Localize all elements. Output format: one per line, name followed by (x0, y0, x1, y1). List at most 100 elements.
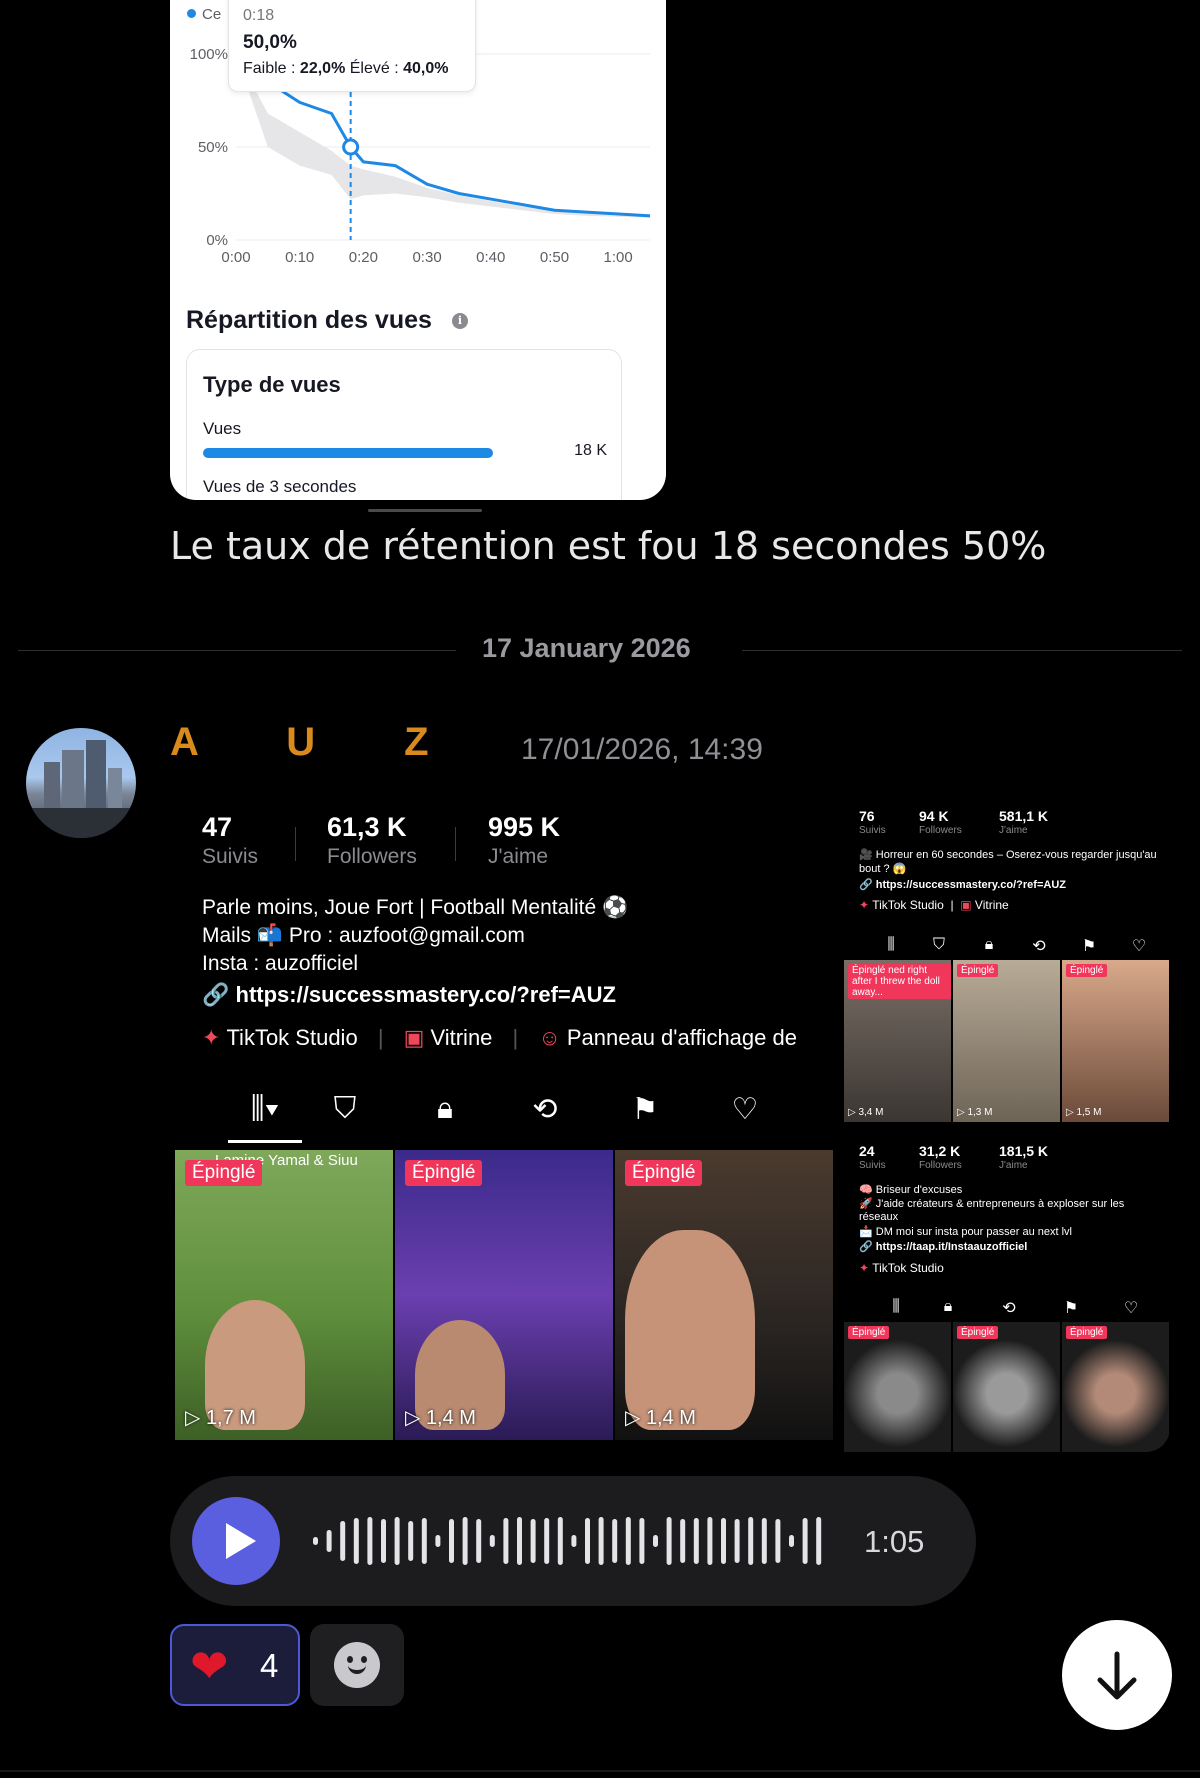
video-tile[interactable]: Épinglé ▷ 1,4 M (615, 1150, 833, 1440)
view-count: ▷ 1,7 M (185, 1407, 256, 1429)
view-count: ▷ 1,5 M (1066, 1107, 1102, 1118)
private-lock-tab-icon[interactable]: 🔒︎ (977, 936, 1001, 954)
liked-heart-tab-icon[interactable]: ♡ (1127, 936, 1151, 956)
waveform-bar (449, 1519, 454, 1563)
waveform-bar (707, 1517, 713, 1565)
stat-label: J'aime (999, 1160, 1028, 1171)
date-divider: 17 January 2026 (482, 633, 691, 663)
profile-tools-row: ✦ TikTok Studio | ▣ Vitrine (859, 898, 1009, 912)
video-tile[interactable]: Épinglé (1062, 1322, 1169, 1452)
waveform-bar (612, 1519, 618, 1563)
y-tick-label: 0% (206, 232, 228, 249)
bookmark-tab-icon[interactable]: ⚑ (1059, 1298, 1083, 1318)
waveform-bar (476, 1519, 482, 1563)
stat-label: Followers (919, 825, 962, 836)
waveform-bar (489, 1535, 495, 1547)
waveform-bar (353, 1518, 359, 1564)
bookmark-tab-icon[interactable]: ⚑ (1077, 936, 1101, 956)
stat-following: 24 (859, 1143, 875, 1159)
bio-line: Insta : auzofficiel (202, 952, 359, 975)
waveform-bar (530, 1519, 536, 1563)
waveform-bar (666, 1517, 672, 1565)
profile-tab-bar: ⫼▾ ⛉ 🔒︎ ⟲ ⚑ ♡ (190, 1092, 835, 1143)
tiktok-profiles-stack[interactable]: 76 Suivis 94 K Followers 581,1 K J'aime … (844, 800, 1170, 1452)
tiktok-studio-link[interactable]: TikTok Studio (872, 898, 944, 912)
profile-tools-row: ✦ TikTok Studio | ▣ Vitrine | ☺ Panneau d'a… (202, 1025, 797, 1050)
video-tile[interactable]: Épinglé ned right after I threw the doll… (844, 960, 951, 1122)
views-bar (203, 448, 493, 458)
view-count: ▷ 3,4 M (848, 1107, 884, 1118)
waveform-bar (340, 1521, 346, 1561)
info-icon[interactable]: i (452, 313, 468, 329)
play-icon[interactable] (192, 1497, 280, 1585)
pinned-badge: Épinglé (957, 1326, 999, 1339)
bio-line: 🧠 Briseur d'excuses (859, 1184, 963, 1196)
tooltip-value: 50,0% (243, 32, 297, 53)
waveform-bar (775, 1519, 781, 1563)
billboard-link[interactable]: Panneau d'affichage de (567, 1025, 797, 1050)
waveform-bar (326, 1530, 332, 1552)
repost-tab-icon[interactable]: ⟲ (997, 1298, 1021, 1318)
repost-tab-icon[interactable]: ⟲ (1027, 936, 1051, 956)
views-label: Vues (203, 419, 242, 438)
videos-grid-tab-icon[interactable]: ⫼▾ (240, 1092, 290, 1126)
avatar[interactable] (26, 728, 136, 838)
x-tick-label: 0:50 (540, 249, 569, 266)
heart-reaction-button[interactable]: ❤ 4 (170, 1624, 300, 1706)
waveform-bar (598, 1517, 604, 1565)
tiktok-studio-link[interactable]: TikTok Studio (226, 1025, 357, 1050)
y-tick-label: 50% (198, 139, 228, 156)
waveform-bar (408, 1521, 414, 1561)
pinned-badge: Épinglé (957, 964, 999, 977)
view-count: ▷ 1,3 M (957, 1107, 993, 1118)
video-tile[interactable]: Épinglé (953, 1322, 1060, 1452)
marker-point (342, 138, 360, 156)
stat-label: Suivis (859, 825, 886, 836)
x-tick-label: 0:00 (221, 249, 250, 266)
bio-link[interactable]: 🔗 https://taap.it/Instaauzofficiel (859, 1240, 1027, 1253)
pinned-badge: Épinglé (848, 1326, 890, 1339)
waveform-bar (802, 1518, 808, 1564)
scroll-to-bottom-button[interactable] (1062, 1620, 1172, 1730)
tiktok-profile-screenshot[interactable]: 47 Suivis 61,3 K Followers 995 K J'aime Par… (170, 800, 835, 1452)
profile-tab-bar: ⫼ ⛉ 🔒︎ ⟲ ⚑ ♡ (859, 936, 1169, 956)
videos-grid-tab-icon[interactable]: ⫼ (884, 1298, 908, 1316)
voice-duration: 1:05 (864, 1524, 925, 1559)
vitrine-link[interactable]: Vitrine (975, 898, 1009, 912)
shop-tab-icon[interactable]: ⛉ (320, 1092, 370, 1126)
date-divider-line-right (742, 650, 1182, 651)
stat-separator (295, 827, 296, 861)
video-tile[interactable]: Épinglé ▷ 1,3 M (953, 960, 1060, 1122)
author-name[interactable]: A U Z (170, 720, 429, 765)
audio-waveform[interactable] (313, 1514, 833, 1568)
stat-label: J'aime (999, 825, 1028, 836)
video-tile[interactable]: Épinglé (844, 1322, 951, 1452)
stat-likes: 995 K J'aime (488, 812, 561, 868)
waveform-bar (639, 1518, 645, 1564)
bio-link[interactable]: 🔗 https://successmastery.co/?ref=AUZ (859, 878, 1066, 891)
liked-heart-tab-icon[interactable]: ♡ (720, 1092, 770, 1127)
video-tile[interactable]: Épinglé ▷ 1,5 M (1062, 960, 1169, 1122)
pinned-badge: Épinglé (405, 1160, 483, 1186)
waveform-bar (585, 1518, 590, 1564)
views-section-title: Répartition des vues (186, 306, 432, 334)
profile-tools-row: ✦ TikTok Studio (859, 1261, 944, 1275)
private-lock-tab-icon[interactable]: 🔒︎ (936, 1298, 960, 1316)
shop-tab-icon[interactable]: ⛉ (927, 936, 951, 954)
add-reaction-button[interactable] (310, 1624, 404, 1706)
views-type-box: Type de vues Vues 18 K Vues de 3 seconde… (186, 349, 622, 500)
voice-message: 1:05 (170, 1476, 976, 1606)
private-lock-tab-icon[interactable]: 🔒︎ (420, 1092, 470, 1126)
video-tile[interactable]: Épinglé ▷ 1,4 M (395, 1150, 613, 1440)
videos-grid-tab-icon[interactable]: ⫼ (879, 936, 903, 954)
repost-tab-icon[interactable]: ⟲ (520, 1092, 570, 1127)
bio-link[interactable]: 🔗 https://successmastery.co/?ref=AUZ (202, 982, 616, 1008)
tiktok-studio-link[interactable]: TikTok Studio (872, 1261, 944, 1275)
liked-heart-tab-icon[interactable]: ♡ (1119, 1298, 1143, 1318)
vitrine-link[interactable]: Vitrine (430, 1025, 492, 1050)
smiley-icon (334, 1642, 380, 1688)
bookmark-tab-icon[interactable]: ⚑ (620, 1092, 670, 1127)
pinned-badge: Épinglé (625, 1160, 703, 1186)
studio-icon: ✦ (859, 1261, 870, 1275)
video-tile[interactable]: Lamine Yamal & Siuu Épinglé ▷ 1,7 M (175, 1150, 393, 1440)
